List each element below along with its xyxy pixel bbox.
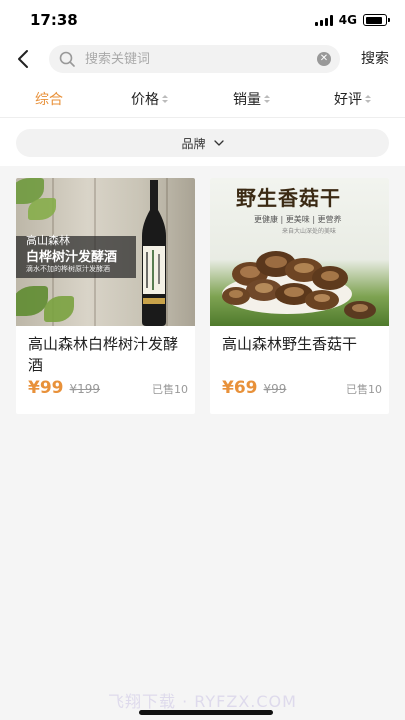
product-image: 野生香菇干 更健康 | 更美味 | 更营养 来自大山深处的美味 — [210, 178, 389, 326]
search-box[interactable]: ✕ — [49, 45, 340, 73]
tab-label: 好评 — [334, 92, 362, 108]
product-title: 高山森林野生香菇干 — [222, 335, 358, 353]
product-card[interactable]: 高山森林 白桦树汁发酵酒 滴水不加的桦树原汁发酵酒 高山森林白桦树汁发酵酒 ¥9… — [16, 178, 195, 414]
original-price: ¥199 — [69, 382, 101, 396]
signal-icon — [314, 14, 333, 26]
image-text: 更健康 | 更美味 | 更营养 — [254, 215, 342, 224]
product-grid: 高山森林 白桦树汁发酵酒 滴水不加的桦树原汁发酵酒 高山森林白桦树汁发酵酒 ¥9… — [16, 178, 389, 414]
mushroom-image — [222, 251, 376, 319]
search-input[interactable] — [85, 49, 305, 69]
battery-icon — [363, 14, 390, 26]
sold-count: 已售10 — [346, 383, 382, 396]
network-type: 4G — [338, 13, 357, 27]
sort-arrows-icon — [162, 95, 168, 103]
sort-arrows-icon — [365, 95, 371, 103]
original-price: ¥99 — [263, 382, 287, 396]
price-row: ¥69 ¥99 已售10 — [222, 378, 382, 398]
product-price: ¥69 — [222, 378, 258, 398]
watermark: 飞翔下载 · RYFZX.COM — [108, 692, 297, 711]
chevron-down-icon — [213, 140, 224, 146]
product-title: 高山森林白桦树汁发酵酒 — [28, 335, 179, 374]
sort-bar: 综合 价格 销量 好评 — [0, 78, 405, 118]
brand-filter-button[interactable]: 品牌 — [16, 129, 389, 157]
brand-filter-label: 品牌 — [181, 136, 206, 151]
tab-label: 综合 — [35, 92, 63, 108]
home-indicator[interactable] — [139, 710, 273, 715]
status-time: 17:38 — [30, 11, 78, 29]
status-icons: 4G — [314, 13, 390, 27]
tab-price[interactable]: 价格 — [131, 89, 168, 109]
status-bar: 17:38 4G — [0, 0, 405, 40]
chevron-left-icon — [18, 50, 28, 68]
price-row: ¥99 ¥199 已售10 — [28, 378, 188, 398]
image-text: 滴水不加的桦树原汁发酵酒 — [26, 265, 110, 273]
tab-label: 销量 — [233, 92, 261, 108]
sort-arrows-icon — [264, 95, 270, 103]
product-price: ¥99 — [28, 378, 64, 398]
tab-label: 价格 — [131, 92, 159, 108]
sold-count: 已售10 — [152, 383, 188, 396]
image-text: 白桦树汁发酵酒 — [26, 250, 118, 265]
search-icon — [59, 51, 75, 67]
tab-comprehensive[interactable]: 综合 — [35, 89, 63, 109]
filter-bar: 品牌 — [0, 118, 405, 166]
back-button[interactable] — [10, 45, 36, 73]
tab-sales[interactable]: 销量 — [233, 89, 270, 109]
search-header: ✕ 搜索 — [0, 40, 405, 78]
product-image: 高山森林 白桦树汁发酵酒 滴水不加的桦树原汁发酵酒 — [16, 178, 195, 326]
image-text: 野生香菇干 — [236, 186, 341, 210]
search-button[interactable]: 搜索 — [361, 48, 389, 68]
wine-bottle-image — [142, 180, 166, 326]
clear-icon[interactable]: ✕ — [317, 52, 331, 66]
battery-fill — [365, 16, 382, 24]
product-card[interactable]: 野生香菇干 更健康 | 更美味 | 更营养 来自大山深处的美味 高山森林野生香菇… — [210, 178, 389, 414]
tab-rating[interactable]: 好评 — [334, 89, 371, 109]
